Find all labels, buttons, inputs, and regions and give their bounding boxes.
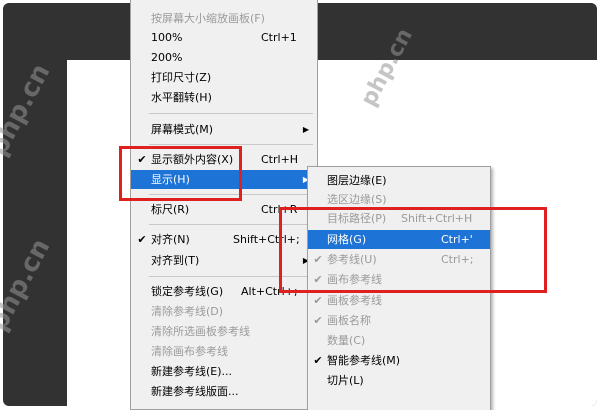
menu-item-flip-horizontal[interactable]: 水平翻转(H) <box>131 88 317 107</box>
checkmark-icon: ✔ <box>313 354 323 367</box>
submenu-item-smart-guides[interactable]: ✔ 智能参考线(M) <box>308 351 490 370</box>
annotation-box-grid <box>279 207 547 293</box>
menu-item-clear-guides[interactable]: 清除参考线(D) <box>131 302 317 321</box>
shortcut: Ctrl+H <box>261 153 299 166</box>
submenu-item-layer-edges[interactable]: 图层边缘(E) <box>308 171 490 190</box>
menu-item-100-percent[interactable]: 100% Ctrl+1 <box>131 28 317 47</box>
submenu-item-artboard-names[interactable]: ✔ 画板名称 <box>308 311 490 330</box>
submenu-item-count[interactable]: 数量(C) <box>308 331 490 350</box>
view-menu: 按屏幕大小缩放画板(F) 100% Ctrl+1 200% 打印尺寸(Z) 水平… <box>130 0 318 410</box>
shortcut: Ctrl+1 <box>261 31 297 44</box>
menu-separator <box>149 113 313 114</box>
submenu-arrow-icon: ▶ <box>302 125 309 134</box>
submenu-item-artboard-guides[interactable]: ✔ 画板参考线 <box>308 291 490 310</box>
menu-item-print-size[interactable]: 打印尺寸(Z) <box>131 68 317 87</box>
menu-item-new-guide-layout[interactable]: 新建参考线版面... <box>131 382 317 401</box>
submenu-item-slices[interactable]: 切片(L) <box>308 371 490 390</box>
menu-separator <box>149 144 313 145</box>
checkmark-icon: ✔ <box>313 294 323 307</box>
menu-item-clear-canvas-guides[interactable]: 清除画布参考线 <box>131 342 317 361</box>
checkmark-icon: ✔ <box>313 314 323 327</box>
menu-item-screen-mode[interactable]: 屏幕模式(M) ▶ <box>131 120 317 139</box>
menu-item-new-guide[interactable]: 新建参考线(E)... <box>131 362 317 381</box>
menu-item-fit-artboard[interactable]: 按屏幕大小缩放画板(F) <box>131 9 317 28</box>
annotation-box-show-extras <box>119 146 242 201</box>
menu-item-200-percent[interactable]: 200% <box>131 48 317 67</box>
checkmark-icon: ✔ <box>137 233 147 246</box>
menu-item-clear-artboard-guides[interactable]: 清除所选画板参考线 <box>131 322 317 341</box>
